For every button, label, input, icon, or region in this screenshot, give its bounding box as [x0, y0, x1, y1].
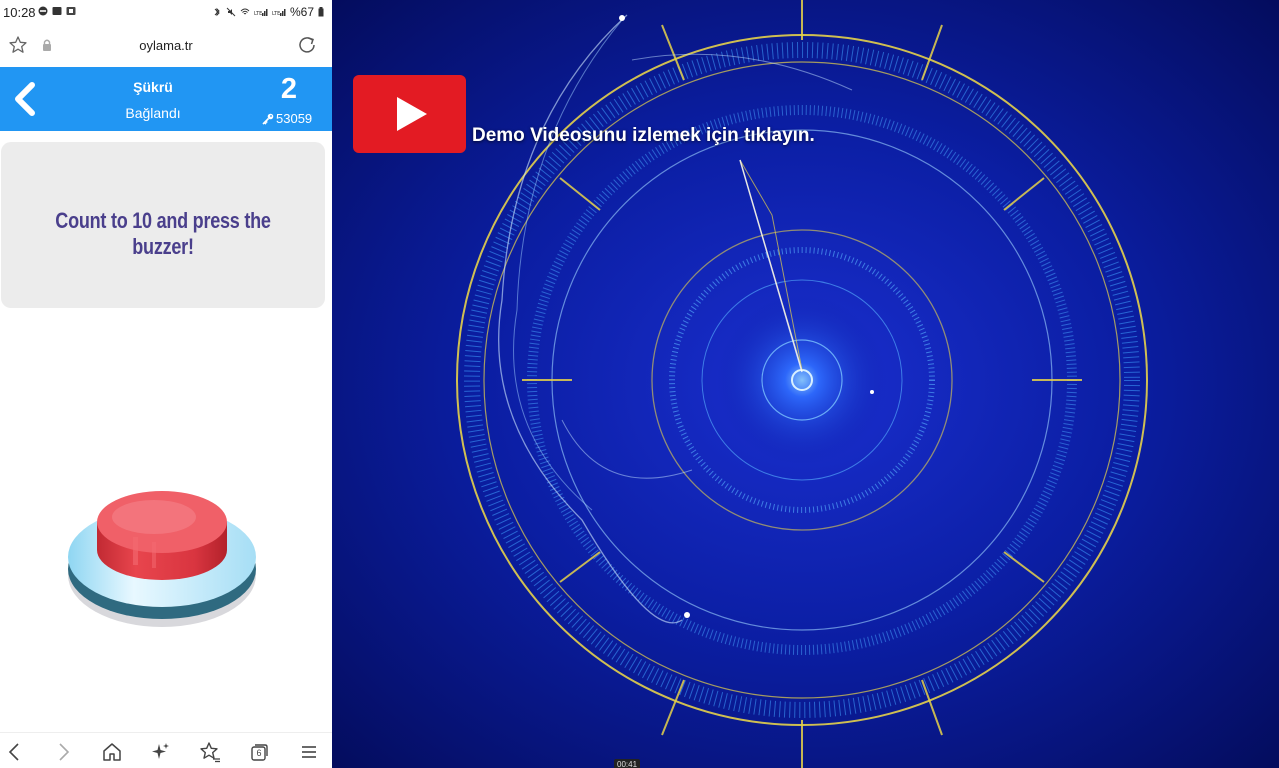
video-timestamp: 00:41 [614, 759, 641, 768]
status-bar: 10:28 LTE LTE %67 [0, 0, 332, 26]
home-icon[interactable] [101, 741, 123, 763]
video-caption[interactable]: Demo Videosunu izlemek için tıklayın. [472, 125, 815, 147]
svg-text:LTE: LTE [272, 11, 280, 17]
video-thumbnail [332, 0, 1279, 768]
room-code: 53059 [262, 111, 312, 126]
battery-level: %67 [289, 5, 314, 19]
signal-lte2-icon: LTE [272, 9, 286, 17]
signal-lte1-icon: LTE [254, 9, 268, 17]
connection-status: Bağlandı [125, 105, 181, 121]
app-notification-icon [52, 7, 62, 15]
mute-icon [226, 7, 236, 17]
favorites-icon[interactable] [199, 741, 221, 763]
question-text: Count to 10 and press the buzzer! [55, 208, 271, 259]
app-header: Şükrü Bağlandı 2 53059 [0, 67, 332, 131]
chevron-right-icon[interactable] [52, 741, 74, 763]
browser-url-bar[interactable]: oylama.tr [0, 26, 332, 66]
gallery-notification-icon [66, 7, 76, 15]
bluetooth-icon [214, 7, 220, 17]
svg-text:LTE: LTE [254, 11, 262, 17]
tabs-button[interactable]: 6 [248, 741, 270, 763]
key-icon [262, 113, 274, 125]
browser-nav-bar: 6 [0, 732, 332, 768]
menu-icon[interactable] [298, 741, 320, 763]
wifi-icon [240, 8, 250, 15]
score-count: 2 [280, 73, 298, 105]
tab-count: 6 [256, 748, 262, 758]
dnd-icon [38, 6, 48, 16]
demo-video-panel[interactable]: Demo Videosunu izlemek için tıklayın. 00… [332, 0, 1279, 768]
youtube-play-button[interactable] [353, 75, 466, 153]
status-right-icons: LTE LTE %67 [212, 5, 324, 19]
url-text[interactable]: oylama.tr [0, 38, 332, 53]
notification-icons [38, 6, 76, 16]
status-time: 10:28 [3, 5, 36, 20]
question-card: Count to 10 and press the buzzer! [1, 142, 325, 308]
battery-icon [318, 7, 324, 17]
reload-icon[interactable] [296, 34, 318, 56]
phone-screen: 10:28 LTE LTE %67 oylama.tr Şükrü Bağlan… [0, 0, 332, 768]
chevron-left-icon[interactable] [4, 741, 26, 763]
player-name: Şükrü [133, 79, 173, 95]
room-code-value: 53059 [276, 111, 313, 126]
buzzer-button[interactable] [60, 445, 264, 645]
sparkle-icon[interactable] [150, 741, 172, 763]
